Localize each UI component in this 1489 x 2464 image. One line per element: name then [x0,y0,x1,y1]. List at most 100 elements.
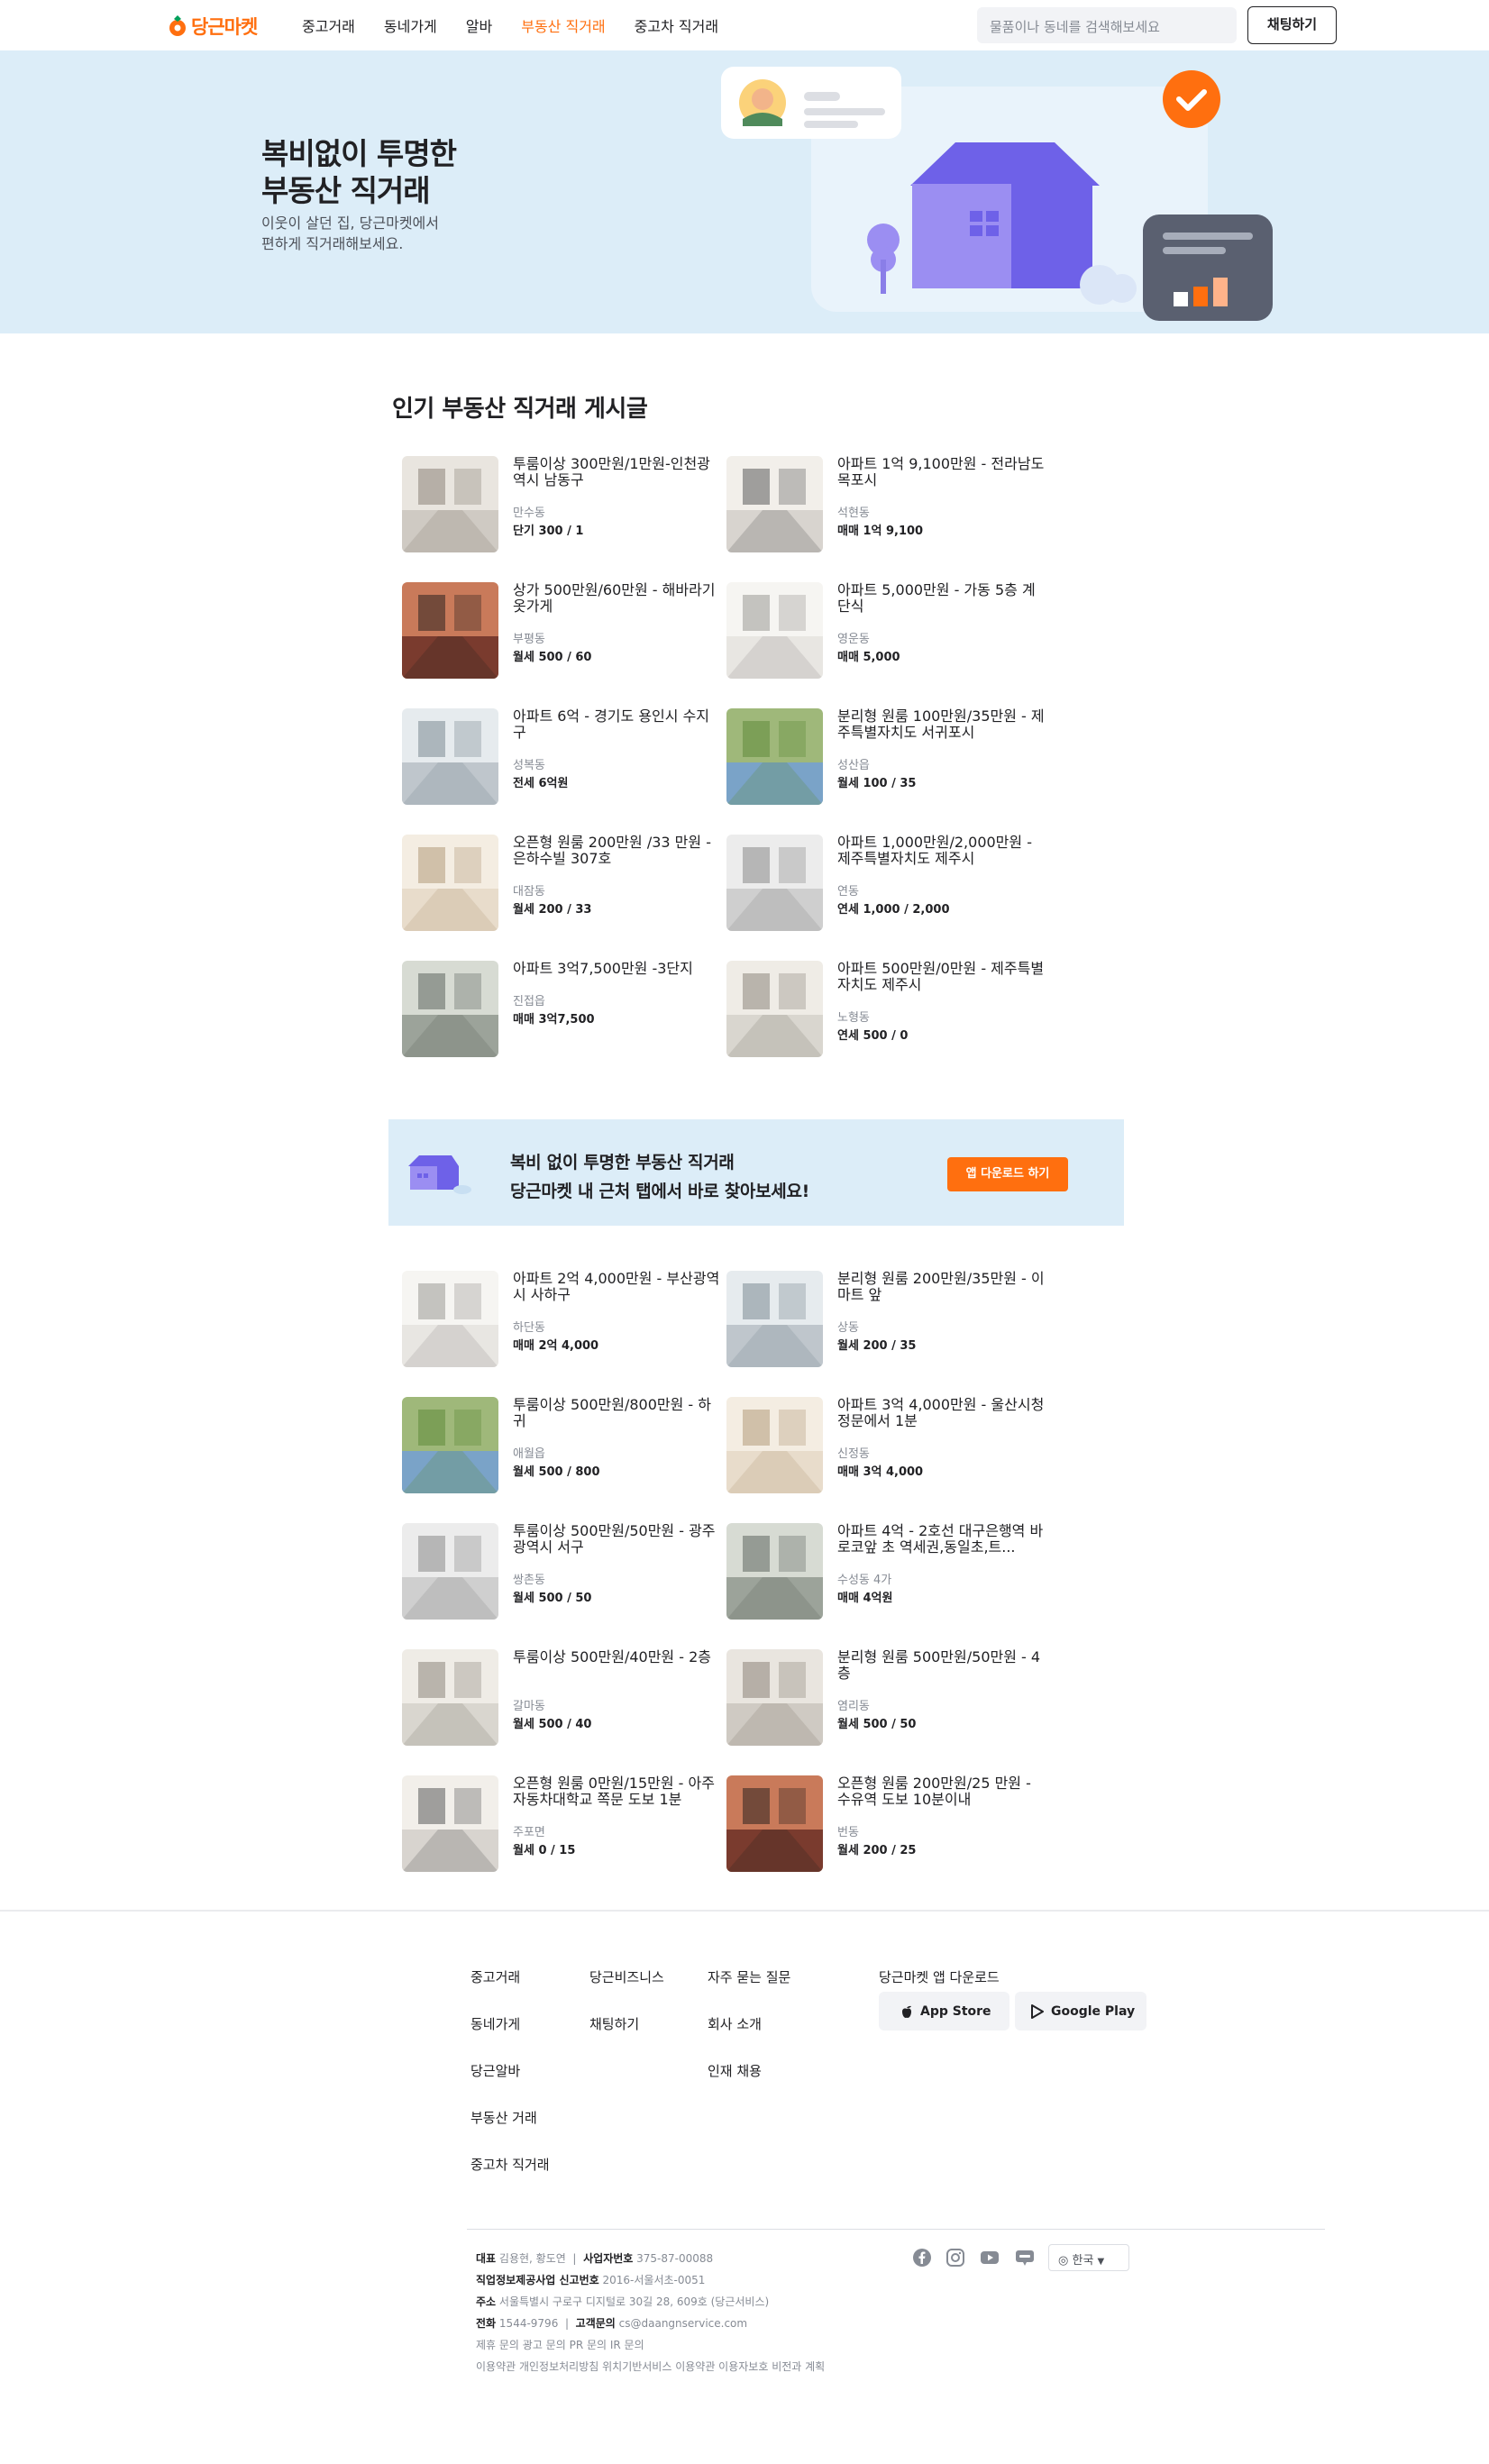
nav-used-goods[interactable]: 중고거래 [302,14,355,36]
listing-thumbnail[interactable] [402,708,498,805]
language-select[interactable]: ◎ 한국 ▼ [1048,2244,1129,2271]
listing-title[interactable]: 상가 500만원/60만원 - 해바라기 옷가게 [513,582,722,615]
listing-thumbnail[interactable] [402,835,498,931]
listing-title[interactable]: 분리형 원룸 100만원/35만원 - 제주특별자치도 서귀포시 [837,708,1046,741]
footer-link[interactable]: 당근비즈니스 [589,1967,664,2014]
listing-thumbnail[interactable] [726,582,823,679]
listing-card[interactable]: 투룸이상 500만원/40만원 - 2층 갈마동 월세 500 / 40 [392,1649,717,1748]
listing-card[interactable]: 아파트 3억7,500만원 -3단지 진접읍 매매 3억7,500 [392,961,717,1060]
listing-title[interactable]: 투룸이상 500만원/40만원 - 2층 [513,1649,722,1665]
listing-card[interactable]: 오픈형 원룸 200만원 /33 만원 - 은하수빌 307호 대잠동 월세 2… [392,835,717,934]
facebook-icon[interactable] [912,2248,932,2268]
listing-title[interactable]: 투룸이상 500만원/800만원 - 하귀 [513,1397,722,1429]
company-report-info: 직업정보제공사업 신고번호 2016-서울서초-0051 [476,2274,706,2286]
nav-local-shops[interactable]: 동네가게 [384,14,437,36]
footer-terms-links[interactable]: 이용약관 개인정보처리방침 위치기반서비스 이용약관 이용자보호 비전과 계획 [476,2359,825,2374]
listing-thumbnail[interactable] [402,1271,498,1367]
listing-card[interactable]: 분리형 원룸 200만원/35만원 - 이마트 앞 상동 월세 200 / 35 [717,1271,1045,1370]
listing-title[interactable]: 아파트 5,000만원 - 가동 5층 계단식 [837,582,1046,615]
listing-thumbnail[interactable] [726,1523,823,1620]
listing-card[interactable]: 아파트 6억 - 경기도 용인시 수지구 성복동 전세 6억원 [392,708,717,808]
footer-link[interactable]: 부동산 거래 [470,2108,550,2155]
listing-card[interactable]: 아파트 1,000만원/2,000만원 - 제주특별자치도 제주시 연동 연세 … [717,835,1041,934]
listing-title[interactable]: 아파트 1억 9,100만원 - 전라남도 목포시 [837,456,1046,488]
nav-parttime[interactable]: 알바 [466,14,492,36]
listing-price: 월세 100 / 35 [837,777,917,790]
listing-thumbnail[interactable] [726,1397,823,1493]
listing-card[interactable]: 분리형 원룸 500만원/50만원 - 4층 염리동 월세 500 / 50 [717,1649,1041,1748]
listing-price: 전세 6억원 [513,777,569,790]
language-label: 한국 [1072,2254,1094,2268]
listing-title[interactable]: 아파트 500만원/0만원 - 제주특별자치도 제주시 [837,961,1046,993]
listing-title[interactable]: 아파트 3억 4,000만원 - 울산시청 정문에서 1분 [837,1397,1046,1429]
nav-realty[interactable]: 부동산 직거래 [521,14,605,36]
listing-title[interactable]: 아파트 3억7,500만원 -3단지 [513,961,722,977]
listing-title[interactable]: 아파트 1,000만원/2,000만원 - 제주특별자치도 제주시 [837,835,1046,867]
youtube-icon[interactable] [980,2248,1000,2268]
listing-photo [726,1649,823,1746]
listing-title[interactable]: 오픈형 원룸 0만원/15만원 - 아주자동차대학교 쪽문 도보 1분 [513,1775,722,1808]
listing-card[interactable]: 아파트 4억 - 2호선 대구은행역 바로코앞 초 역세권,동일초,트... 수… [717,1523,1043,1622]
listing-title[interactable]: 분리형 원룸 500만원/50만원 - 4층 [837,1649,1046,1682]
listing-title[interactable]: 아파트 4억 - 2호선 대구은행역 바로코앞 초 역세권,동일초,트... [837,1523,1046,1556]
logo[interactable]: 당근마켓 [168,13,258,40]
blog-icon[interactable] [1015,2248,1035,2268]
listing-card[interactable]: 투룸이상 500만원/800만원 - 하귀 애월읍 월세 500 / 800 [392,1397,717,1496]
listing-title[interactable]: 오픈형 원룸 200만원 /33 만원 - 은하수빌 307호 [513,835,722,867]
listing-thumbnail[interactable] [402,961,498,1057]
listing-card[interactable]: 아파트 1억 9,100만원 - 전라남도 목포시 석현동 매매 1억 9,10… [717,456,1044,555]
footer-link[interactable]: 채팅하기 [589,2014,664,2061]
listing-thumbnail[interactable] [402,1775,498,1872]
listing-title[interactable]: 투룸이상 500만원/50만원 - 광주광역시 서구 [513,1523,722,1556]
listing-thumbnail[interactable] [726,835,823,931]
listing-photo [402,1397,498,1493]
listing-thumbnail[interactable] [402,1523,498,1620]
search-input[interactable]: 물품이나 동네를 검색해보세요 [977,7,1237,43]
listing-location: 갈마동 [513,1700,545,1713]
listing-thumbnail[interactable] [402,456,498,552]
listing-photo [402,1649,498,1746]
listing-card[interactable]: 분리형 원룸 100만원/35만원 - 제주특별자치도 서귀포시 성산읍 월세 … [717,708,1045,808]
listing-thumbnail[interactable] [726,961,823,1057]
listing-card[interactable]: 아파트 3억 4,000만원 - 울산시청 정문에서 1분 신정동 매매 3억 … [717,1397,1044,1496]
nav-used-cars[interactable]: 중고차 직거래 [635,14,718,36]
footer-link[interactable]: 당근알바 [470,2061,550,2108]
listing-thumbnail[interactable] [726,1775,823,1872]
listing-thumbnail[interactable] [402,1397,498,1493]
listing-photo [726,456,823,552]
footer-link[interactable]: 동네가게 [470,2014,550,2061]
listing-card[interactable]: 아파트 500만원/0만원 - 제주특별자치도 제주시 노형동 연세 500 /… [717,961,1044,1060]
carrot-logo-icon [169,15,186,36]
listing-title[interactable]: 투룸이상 300만원/1만원-인천광역시 남동구 [513,456,722,488]
listing-thumbnail[interactable] [402,582,498,679]
footer-link[interactable]: 인재 채용 [708,2061,790,2108]
chat-button[interactable]: 채팅하기 [1247,6,1337,44]
listing-thumbnail[interactable] [402,1649,498,1746]
footer-link[interactable]: 중고차 직거래 [470,2155,550,2202]
google-play-button[interactable]: Google Play [1015,1992,1146,2031]
listing-photo [402,1271,498,1367]
app-download-button[interactable]: 앱 다운로드 하기 [947,1157,1068,1191]
listing-card[interactable]: 투룸이상 300만원/1만원-인천광역시 남동구 만수동 단기 300 / 1 [392,456,717,555]
listing-card[interactable]: 상가 500만원/60만원 - 해바라기 옷가게 부평동 월세 500 / 60 [392,582,717,681]
footer-link[interactable]: 중고거래 [470,1967,550,2014]
listing-title[interactable]: 아파트 2억 4,000만원 - 부산광역시 사하구 [513,1271,722,1303]
listing-title[interactable]: 분리형 원룸 200만원/35만원 - 이마트 앞 [837,1271,1046,1303]
listing-title[interactable]: 아파트 6억 - 경기도 용인시 수지구 [513,708,722,741]
instagram-icon[interactable] [945,2248,965,2268]
listing-card[interactable]: 아파트 2억 4,000만원 - 부산광역시 사하구 하단동 매매 2억 4,0… [392,1271,719,1370]
listing-card[interactable]: 오픈형 원룸 200만원/25 만원 - 수유역 도보 10분이내 번동 월세 … [717,1775,1041,1875]
footer-contact-links[interactable]: 제휴 문의 광고 문의 PR 문의 IR 문의 [476,2337,644,2352]
footer-link[interactable]: 회사 소개 [708,2014,790,2061]
listing-card[interactable]: 오픈형 원룸 0만원/15만원 - 아주자동차대학교 쪽문 도보 1분 주포면 … [392,1775,717,1875]
listing-card[interactable]: 투룸이상 500만원/50만원 - 광주광역시 서구 쌍촌동 월세 500 / … [392,1523,717,1622]
listing-photo [402,961,498,1057]
listing-thumbnail[interactable] [726,1271,823,1367]
listing-thumbnail[interactable] [726,1649,823,1746]
listing-title[interactable]: 오픈형 원룸 200만원/25 만원 - 수유역 도보 10분이내 [837,1775,1046,1808]
footer-link[interactable]: 자주 묻는 질문 [708,1967,790,2014]
listing-thumbnail[interactable] [726,456,823,552]
app-store-button[interactable]: App Store [879,1992,1009,2031]
listing-card[interactable]: 아파트 5,000만원 - 가동 5층 계단식 영운동 매매 5,000 [717,582,1041,681]
listing-thumbnail[interactable] [726,708,823,805]
